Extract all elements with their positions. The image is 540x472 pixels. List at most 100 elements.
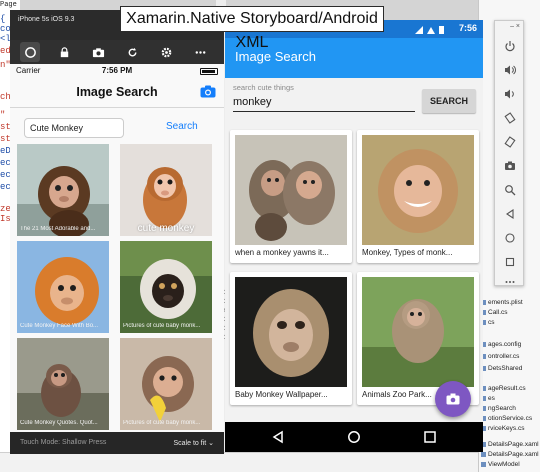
explorer-item[interactable]: Call.cs — [481, 308, 508, 317]
result-caption: Pictures of cute baby monk... — [123, 323, 201, 329]
result-caption: cute monkey — [137, 223, 195, 234]
volume-up-button[interactable] — [503, 63, 517, 77]
zoom-icon — [505, 185, 516, 196]
volume-down-icon — [505, 89, 514, 99]
screenshot-button[interactable] — [88, 42, 108, 62]
explorer-item[interactable]: ageResult.cs — [481, 384, 526, 393]
explorer-item-label: ngSearch — [488, 405, 516, 412]
monkey-photo — [362, 277, 474, 387]
explorer-item[interactable]: DetailsPage.xaml — [481, 450, 539, 459]
explorer-item[interactable]: ngSearch — [481, 404, 516, 413]
more-button[interactable] — [190, 42, 210, 62]
explorer-item[interactable]: DetsShared — [481, 364, 522, 373]
result-card[interactable]: Baby Monkey Wallpaper... — [230, 272, 352, 405]
search-button[interactable]: Search — [166, 121, 198, 132]
rotate-left-icon — [504, 112, 516, 124]
explorer-item-label: ViewModel — [488, 461, 520, 468]
rotate-left-button[interactable] — [503, 111, 517, 125]
explorer-item[interactable]: DetailsPage.xaml — [481, 440, 539, 449]
recents-icon[interactable] — [423, 430, 437, 444]
gear-icon — [161, 47, 171, 57]
camera-icon — [505, 161, 515, 170]
result-card[interactable]: Monkey, Types of monk... — [357, 130, 479, 263]
explorer-item[interactable]: es — [481, 394, 495, 403]
explorer-item-label: otionService.cs — [488, 415, 533, 422]
more-dots-icon — [195, 50, 205, 54]
screenshot-button[interactable] — [503, 159, 517, 173]
more-button[interactable] — [503, 275, 517, 289]
power-button[interactable] — [503, 39, 517, 53]
volume-down-button[interactable] — [503, 87, 517, 101]
camera-icon[interactable] — [200, 85, 216, 98]
result-cell[interactable]: Pictures of cute baby monk... — [120, 241, 212, 333]
result-cell[interactable]: Pictures of cute baby monk... — [120, 338, 212, 430]
explorer-item[interactable]: rviceKeys.cs — [481, 424, 524, 433]
zoom-button[interactable] — [503, 183, 517, 197]
explorer-item[interactable]: ViewModel — [481, 460, 520, 469]
back-icon[interactable] — [271, 430, 285, 444]
simulator-bottom-bar: Touch Mode: Shallow Press Scale to fit ⌄ — [10, 432, 224, 454]
explorer-item[interactable]: ages.config — [481, 340, 521, 349]
overlay-title: Xamarin.Native Storyboard/Android XML — [120, 6, 384, 51]
explorer-item-label: DetailsPage.xaml — [488, 441, 539, 448]
home-circle-icon[interactable] — [347, 430, 361, 444]
explorer-item-label: ages.config — [488, 341, 522, 348]
result-image — [362, 277, 474, 387]
home-circle-icon — [505, 233, 515, 243]
home-button[interactable] — [20, 42, 40, 62]
ide-bottom-strip — [0, 452, 540, 472]
monkey-photo — [17, 338, 109, 430]
lock-button[interactable] — [54, 42, 74, 62]
explorer-item[interactable]: ontroller.cs — [481, 352, 519, 361]
home-button[interactable] — [503, 231, 517, 245]
result-cell[interactable]: The 21 Most Adorable and... — [17, 144, 109, 236]
monkey-photo — [120, 241, 212, 333]
explorer-item[interactable]: ements.plist — [481, 298, 523, 307]
explorer-item[interactable]: cs — [481, 318, 495, 327]
back-icon — [506, 208, 514, 220]
search-input[interactable]: Cute Monkey — [24, 118, 124, 138]
back-button[interactable] — [503, 207, 517, 221]
result-image — [235, 135, 347, 245]
camera-fab[interactable] — [435, 381, 471, 417]
file-icon — [481, 451, 486, 457]
camera-icon — [92, 47, 104, 57]
ios-device-title: iPhone 5s iOS 9.3 — [18, 16, 75, 23]
result-cell[interactable]: cute monkey — [120, 144, 212, 236]
explorer-item-label: es — [488, 395, 495, 402]
explorer-item-label: DetailsPage.xaml — [488, 451, 539, 458]
touch-mode-label: Touch Mode: Shallow Press — [20, 439, 107, 446]
result-caption: Cute Monkey Quotes. Quot... — [20, 420, 98, 426]
result-cell[interactable]: Cute Monkey Quotes. Quot... — [17, 338, 109, 430]
ios-clock: 7:56 PM — [101, 66, 133, 75]
window-controls[interactable]: – × — [510, 23, 520, 30]
emulator-side-toolbar: – × — [494, 20, 524, 286]
explorer-item-label: ements.plist — [488, 299, 523, 306]
explorer-item-label: DetsShared — [488, 365, 523, 372]
rotate-button[interactable] — [122, 42, 142, 62]
camera-icon — [446, 393, 460, 405]
lock-icon — [60, 46, 68, 57]
search-input[interactable]: monkey — [233, 94, 415, 112]
monkey-photo — [17, 144, 109, 236]
volume-up-icon — [505, 65, 516, 75]
result-caption: Pictures of cute baby monk... — [123, 420, 201, 426]
result-card[interactable]: when a monkey yawns it... — [230, 130, 352, 263]
search-hint: search cute things — [233, 83, 294, 92]
monkey-photo — [235, 277, 347, 387]
result-cell[interactable]: Cute Monkey Face With Bo... — [17, 241, 109, 333]
scale-select[interactable]: Scale to fit ⌄ — [174, 439, 215, 447]
overview-button[interactable] — [503, 255, 517, 269]
explorer-item[interactable]: otionService.cs — [481, 414, 532, 423]
home-circle-icon — [24, 46, 36, 58]
search-button[interactable]: SEARCH — [422, 89, 476, 113]
android-content: search cute things monkey SEARCH when a … — [225, 78, 483, 422]
file-icon — [481, 461, 486, 467]
ios-simulator: iPhone 5s iOS 9.3 Carrier 7:56 PM Image … — [10, 10, 224, 454]
explorer-item-label: Call.cs — [488, 309, 508, 316]
result-caption: The 21 Most Adorable and... — [20, 226, 96, 232]
result-image — [362, 135, 474, 245]
settings-button[interactable] — [156, 42, 176, 62]
power-icon — [505, 41, 515, 52]
rotate-right-button[interactable] — [503, 135, 517, 149]
